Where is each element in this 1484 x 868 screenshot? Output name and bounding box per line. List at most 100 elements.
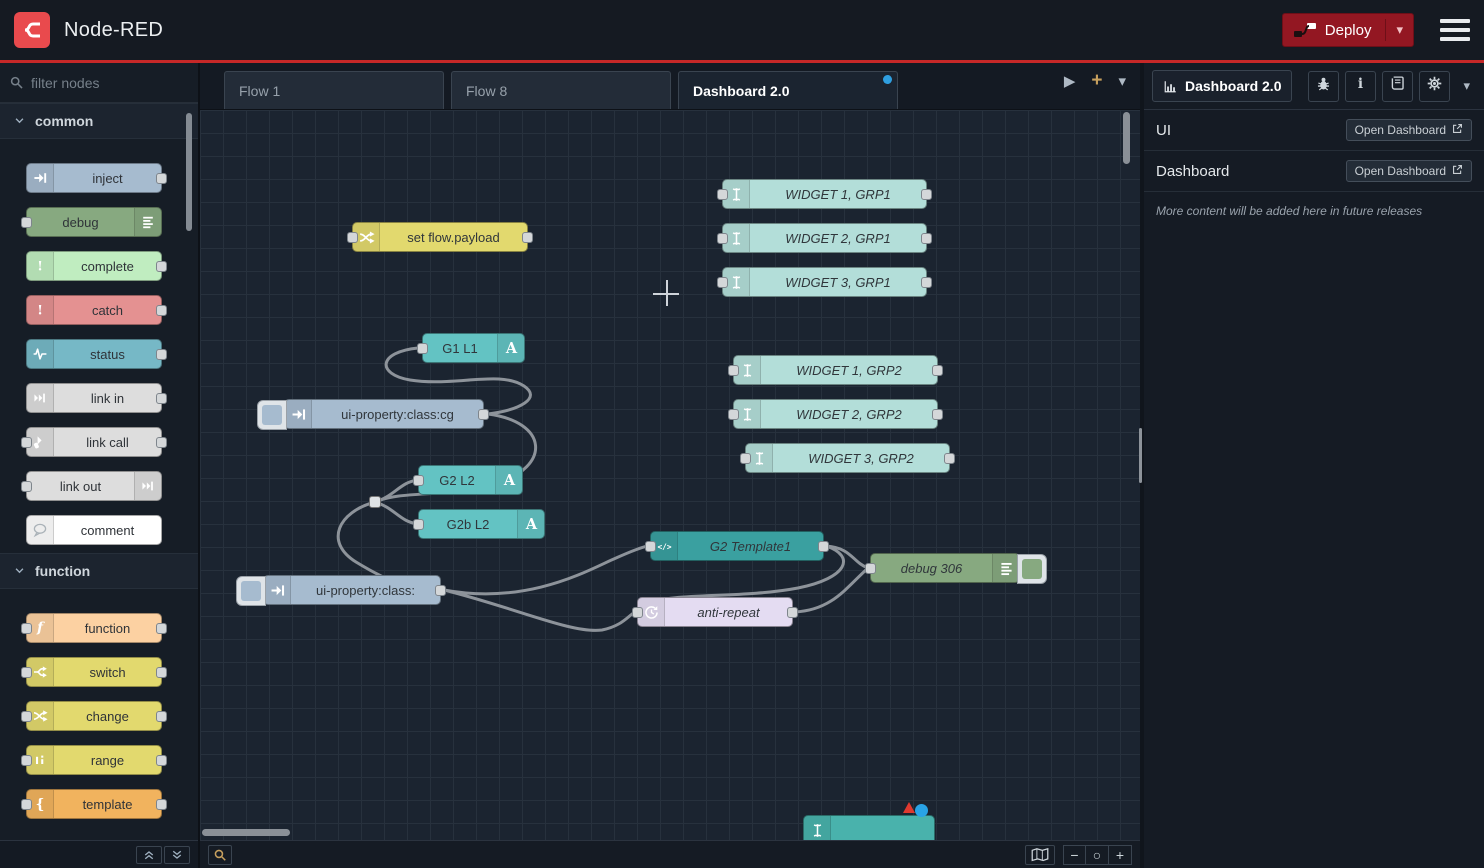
wire-junction[interactable]	[369, 496, 381, 508]
node-set-flow-payload[interactable]: set flow.payload	[352, 222, 528, 252]
sidebar-gear-button[interactable]	[1419, 71, 1450, 102]
input-port[interactable]	[21, 755, 32, 766]
node-debug-306[interactable]: debug 306	[870, 553, 1020, 583]
output-port[interactable]	[787, 607, 798, 618]
node-widget-1-grp2[interactable]: WIDGET 1, GRP2	[733, 355, 938, 385]
input-port[interactable]	[21, 667, 32, 678]
palette-node-function[interactable]: ffunction	[26, 613, 162, 643]
output-port[interactable]	[818, 541, 829, 552]
palette-node-comment[interactable]: comment	[26, 515, 162, 545]
sidebar-book-button[interactable]	[1382, 71, 1413, 102]
node-widget-3-grp2[interactable]: WIDGET 3, GRP2	[745, 443, 950, 473]
wire-inject2-to-antirepeat[interactable]	[444, 590, 635, 630]
wire-inject2-to-template[interactable]	[444, 546, 648, 594]
palette-search-input[interactable]: filter nodes	[0, 63, 198, 103]
input-port[interactable]	[645, 541, 656, 552]
node-g2-l2[interactable]: G2 L2A	[418, 465, 523, 495]
node-inject-ui-property-cg[interactable]: ui-property:class:cg	[284, 399, 484, 429]
palette-node-link-out[interactable]: link out	[26, 471, 162, 501]
palette-node-range[interactable]: range	[26, 745, 162, 775]
input-port[interactable]	[413, 475, 424, 486]
input-port[interactable]	[740, 453, 751, 464]
output-port[interactable]	[156, 755, 167, 766]
output-port[interactable]	[156, 261, 167, 272]
deploy-button[interactable]: Deploy ▾	[1282, 13, 1414, 47]
input-port[interactable]	[717, 277, 728, 288]
inject-button[interactable]	[236, 576, 266, 606]
palette-category-common[interactable]: common	[0, 103, 198, 139]
flow-tab-flow-8[interactable]: Flow 8	[451, 71, 671, 109]
palette-node-change[interactable]: change	[26, 701, 162, 731]
node-widget-1-grp1[interactable]: WIDGET 1, GRP1	[722, 179, 927, 209]
output-port[interactable]	[435, 585, 446, 596]
palette-node-link-in[interactable]: link in	[26, 383, 162, 413]
output-port[interactable]	[932, 409, 943, 420]
sidebar-info-button[interactable]: i	[1345, 71, 1376, 102]
output-port[interactable]	[156, 349, 167, 360]
output-port[interactable]	[156, 711, 167, 722]
main-menu-button[interactable]	[1440, 19, 1470, 41]
sidebar-bug-button[interactable]	[1308, 71, 1339, 102]
input-port[interactable]	[21, 481, 32, 492]
input-port[interactable]	[413, 519, 424, 530]
input-port[interactable]	[347, 232, 358, 243]
node-inject-ui-property[interactable]: ui-property:class:	[263, 575, 441, 605]
sidebar-tab-dashboard[interactable]: Dashboard 2.0	[1152, 70, 1292, 102]
palette-expand-all-button[interactable]	[164, 846, 190, 864]
input-port[interactable]	[21, 217, 32, 228]
node-g1-l1[interactable]: G1 L1A	[422, 333, 525, 363]
node-widget-2-grp2[interactable]: WIDGET 2, GRP2	[733, 399, 938, 429]
output-port[interactable]	[921, 277, 932, 288]
palette-node-debug[interactable]: debug	[26, 207, 162, 237]
node-g2b-l2[interactable]: G2b L2A	[418, 509, 545, 539]
output-port[interactable]	[156, 305, 167, 316]
palette-node-inject[interactable]: inject	[26, 163, 162, 193]
input-port[interactable]	[717, 233, 728, 244]
output-port[interactable]	[478, 409, 489, 420]
flow-tab-flow-1[interactable]: Flow 1	[224, 71, 444, 109]
canvas-search-button[interactable]	[208, 845, 232, 865]
flow-tab-dashboard-2-0[interactable]: Dashboard 2.0	[678, 71, 898, 109]
navigator-toggle-button[interactable]	[1025, 845, 1055, 865]
debug-toggle-button[interactable]	[1017, 554, 1047, 584]
canvas-horizontal-scrollbar[interactable]	[202, 829, 290, 836]
deploy-caret-icon[interactable]: ▾	[1396, 22, 1403, 38]
palette-node-status[interactable]: status	[26, 339, 162, 369]
input-port[interactable]	[717, 189, 728, 200]
wire-antirepeat-to-debug[interactable]	[795, 568, 868, 612]
inject-button[interactable]	[257, 400, 287, 430]
output-port[interactable]	[921, 189, 932, 200]
input-port[interactable]	[865, 563, 876, 574]
output-port[interactable]	[156, 799, 167, 810]
input-port[interactable]	[417, 343, 428, 354]
open-dashboard-button[interactable]: Open Dashboard	[1346, 160, 1472, 182]
palette-node-complete[interactable]: !complete	[26, 251, 162, 281]
input-port[interactable]	[21, 437, 32, 448]
palette-collapse-all-button[interactable]	[136, 846, 162, 864]
output-port[interactable]	[156, 173, 167, 184]
palette-node-switch[interactable]: switch	[26, 657, 162, 687]
node-anti-repeat[interactable]: anti-repeat	[637, 597, 793, 627]
tab-scroll-right-button[interactable]: ▶	[1064, 72, 1076, 90]
open-dashboard-button[interactable]: Open Dashboard	[1346, 119, 1472, 141]
output-port[interactable]	[522, 232, 533, 243]
zoom-reset-button[interactable]: ○	[1086, 845, 1109, 865]
wire-junction-to-g2l2[interactable]	[375, 480, 418, 502]
input-port[interactable]	[632, 607, 643, 618]
palette-node-link-call[interactable]: link call	[26, 427, 162, 457]
output-port[interactable]	[921, 233, 932, 244]
input-port[interactable]	[728, 365, 739, 376]
node-widget-2-grp1[interactable]: WIDGET 2, GRP1	[722, 223, 927, 253]
wire-junction-to-g2bl2[interactable]	[375, 502, 418, 524]
output-port[interactable]	[156, 623, 167, 634]
palette-node-catch[interactable]: !catch	[26, 295, 162, 325]
zoom-in-button[interactable]: +	[1109, 845, 1132, 865]
flow-list-button[interactable]: ▾	[1118, 72, 1126, 90]
input-port[interactable]	[21, 799, 32, 810]
sidebar-menu-caret-icon[interactable]: ▾	[1463, 78, 1476, 94]
palette-node-template[interactable]: {template	[26, 789, 162, 819]
node-clipped-bottom-node[interactable]	[803, 815, 935, 840]
palette-scrollbar[interactable]	[186, 113, 192, 231]
node-g2-template1[interactable]: </>G2 Template1	[650, 531, 824, 561]
zoom-out-button[interactable]: −	[1063, 845, 1086, 865]
